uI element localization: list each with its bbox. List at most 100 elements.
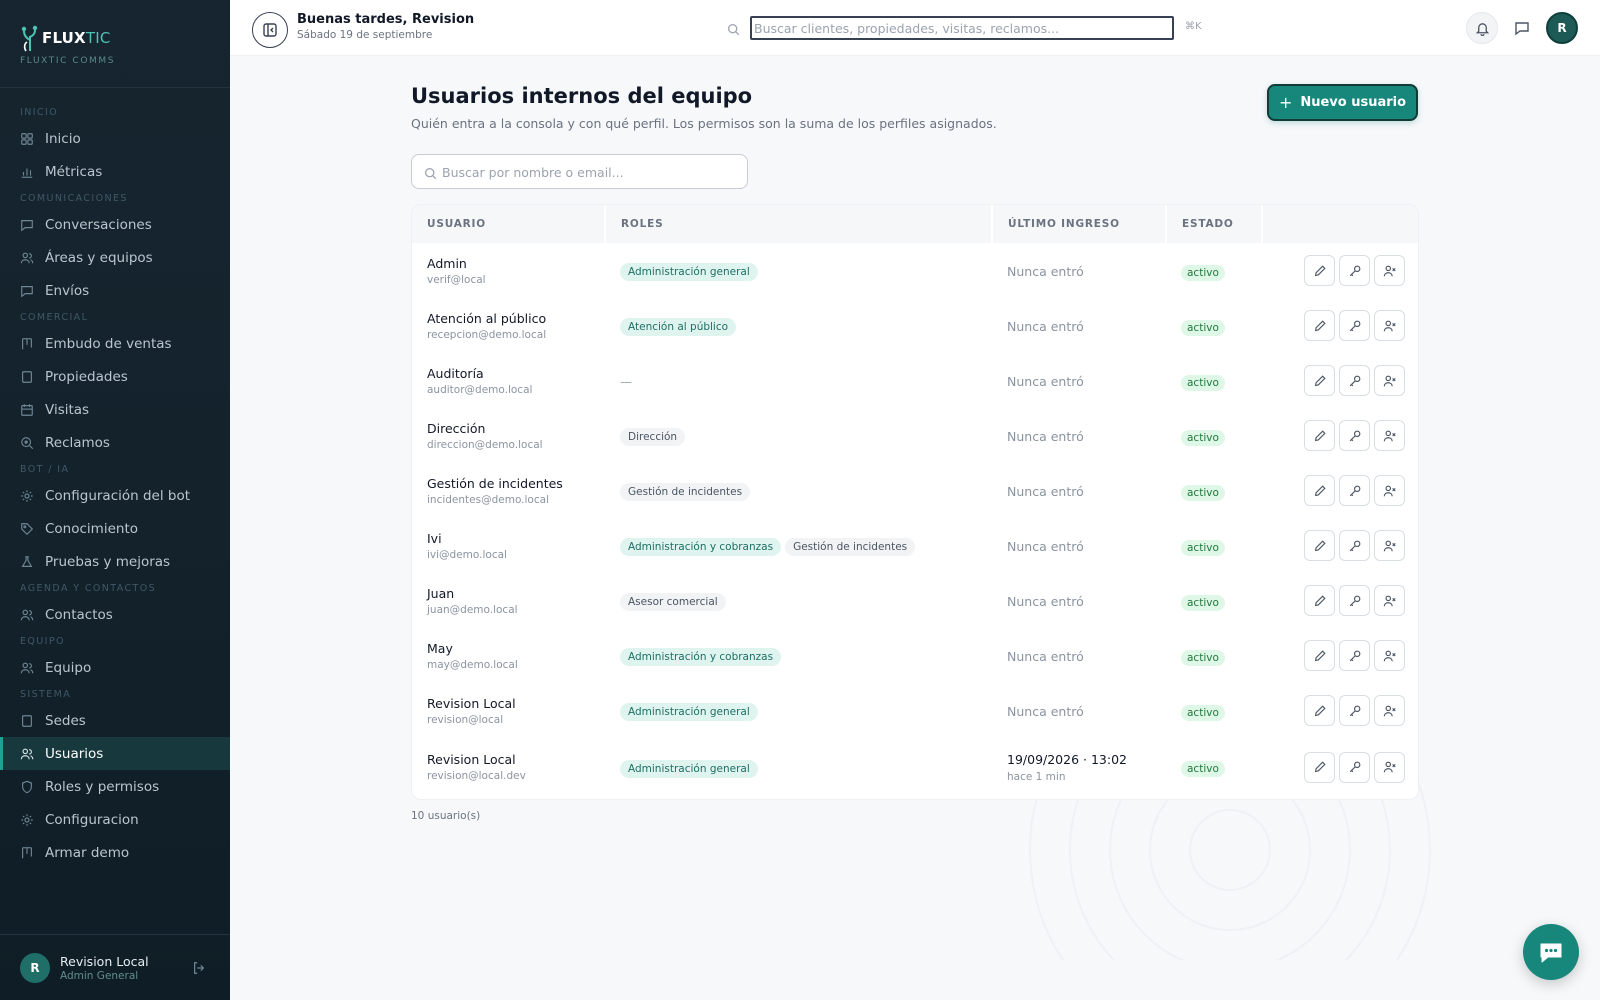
reset-password-button[interactable]: [1339, 365, 1370, 396]
chat-fab-button[interactable]: [1523, 924, 1579, 980]
empty-roles: —: [620, 375, 632, 389]
edit-user-button[interactable]: [1304, 585, 1335, 616]
global-search-input[interactable]: [750, 16, 1174, 40]
role-chip: Administración y cobranzas: [620, 648, 782, 666]
deactivate-user-button[interactable]: [1374, 751, 1405, 783]
reset-password-button[interactable]: [1339, 310, 1370, 341]
reset-password-button[interactable]: [1339, 695, 1370, 726]
status-badge: activo: [1181, 539, 1225, 556]
table-row[interactable]: Gestión de incidentes incidentes@demo.lo…: [412, 463, 1418, 518]
table-row[interactable]: May may@demo.local Administración y cobra…: [412, 628, 1418, 683]
edit-user-button[interactable]: [1304, 530, 1335, 561]
sidebar-item-inicio[interactable]: Inicio: [0, 122, 230, 155]
edit-user-button[interactable]: [1304, 640, 1335, 671]
sidebar-item-metricas[interactable]: Métricas: [0, 155, 230, 188]
edit-user-button[interactable]: [1304, 365, 1335, 396]
sidebar-item-envios[interactable]: Envíos: [0, 274, 230, 307]
table-row[interactable]: Dirección direccion@demo.local Dirección N…: [412, 408, 1418, 463]
deactivate-user-button[interactable]: [1374, 310, 1405, 341]
status-badge: activo: [1181, 649, 1225, 666]
reset-password-button[interactable]: [1339, 530, 1370, 561]
key-icon: [1348, 594, 1362, 608]
sidebar-item-roles-y-permisos[interactable]: Roles y permisos: [0, 770, 230, 803]
sidebar-item-label: Roles y permisos: [45, 778, 160, 795]
reset-password-button[interactable]: [1339, 751, 1370, 783]
sidebar-item-usuarios[interactable]: Usuarios: [0, 737, 230, 770]
table-row[interactable]: Atención al público recepcion@demo.local…: [412, 298, 1418, 353]
deactivate-user-button[interactable]: [1374, 475, 1405, 506]
edit-user-button[interactable]: [1304, 255, 1335, 286]
column-header-status[interactable]: ESTADO: [1166, 205, 1263, 243]
sidebar-item-conversaciones[interactable]: Conversaciones: [0, 208, 230, 241]
edit-user-button[interactable]: [1304, 695, 1335, 726]
reset-password-button[interactable]: [1339, 420, 1370, 451]
deactivate-user-button[interactable]: [1374, 530, 1405, 561]
sidebar-item-reclamos[interactable]: Reclamos: [0, 426, 230, 459]
deactivate-user-button[interactable]: [1374, 585, 1405, 616]
table-row[interactable]: Revision Local revision@local Administrac…: [412, 683, 1418, 738]
new-user-button[interactable]: + Nuevo usuario: [1267, 84, 1418, 121]
user-name: Dirección: [427, 420, 486, 436]
key-icon: [1348, 264, 1362, 278]
brand[interactable]: FLUXTIC FLUXTIC COMMS: [0, 0, 230, 88]
column-header-roles[interactable]: ROLES: [605, 205, 993, 243]
table-row[interactable]: Juan juan@demo.local Asesor comercial Nunc…: [412, 573, 1418, 628]
sidebar-item-conocimiento[interactable]: Conocimiento: [0, 512, 230, 545]
sidebar-item-embudo-de-ventas[interactable]: Embudo de ventas: [0, 327, 230, 360]
avatar[interactable]: R: [1546, 12, 1578, 44]
column-header-last-login[interactable]: ÚLTIMO INGRESO: [992, 205, 1167, 243]
edit-user-button[interactable]: [1304, 475, 1335, 506]
sidebar-item-label: Sedes: [45, 712, 86, 729]
sidebar-item-propiedades[interactable]: Propiedades: [0, 360, 230, 393]
sidebar-item-sedes[interactable]: Sedes: [0, 704, 230, 737]
user-x-icon: [1383, 594, 1397, 608]
user-x-icon: [1383, 264, 1397, 278]
key-icon: [1348, 760, 1362, 774]
sidebar-item-label: Pruebas y mejoras: [45, 553, 171, 570]
reset-password-button[interactable]: [1339, 640, 1370, 671]
deactivate-user-button[interactable]: [1374, 420, 1405, 451]
column-header-user[interactable]: USUARIO: [412, 205, 606, 243]
user-email: revision@local: [427, 713, 504, 726]
user-email: incidentes@demo.local: [427, 493, 549, 506]
table-row[interactable]: Revision Local revision@local.dev Adminis…: [412, 738, 1418, 796]
table-row[interactable]: Ivi ivi@demo.local Administración y cobra…: [412, 518, 1418, 573]
sidebar-item-configuracion-del-bot[interactable]: Configuración del bot: [0, 479, 230, 512]
brand-subtitle: FLUXTIC COMMS: [20, 56, 116, 66]
collapse-sidebar-button[interactable]: [252, 12, 288, 48]
edit-user-button[interactable]: [1304, 310, 1335, 341]
logout-icon[interactable]: [192, 960, 206, 979]
user-name: Gestión de incidentes: [427, 475, 563, 491]
sidebar-item-armar-demo[interactable]: Armar demo: [0, 836, 230, 869]
user-search-input[interactable]: [442, 161, 732, 183]
sidebar-item-label: Conocimiento: [45, 520, 138, 537]
nav-section-label: COMUNICACIONES: [20, 193, 128, 204]
reset-password-button[interactable]: [1339, 255, 1370, 286]
edit-user-button[interactable]: [1304, 420, 1335, 451]
sidebar-item-visitas[interactable]: Visitas: [0, 393, 230, 426]
edit-user-button[interactable]: [1304, 751, 1335, 783]
table-row[interactable]: Auditoría auditor@demo.local — Nunca entró…: [412, 353, 1418, 408]
users-icon: [20, 747, 34, 761]
deactivate-user-button[interactable]: [1374, 640, 1405, 671]
deactivate-user-button[interactable]: [1374, 695, 1405, 726]
sidebar-item-configuracion[interactable]: Configuracion: [0, 803, 230, 836]
sidebar-item-pruebas-y-mejoras[interactable]: Pruebas y mejoras: [0, 545, 230, 578]
messages-button[interactable]: [1506, 12, 1538, 44]
table-row[interactable]: Admin verif@local Administración general N…: [412, 243, 1418, 298]
shield-icon: [20, 780, 34, 794]
search-alert-icon: [20, 436, 34, 450]
sidebar-item-equipo[interactable]: Equipo: [0, 651, 230, 684]
deactivate-user-button[interactable]: [1374, 365, 1405, 396]
reset-password-button[interactable]: [1339, 475, 1370, 506]
sidebar-item-contactos[interactable]: Contactos: [0, 598, 230, 631]
deactivate-user-button[interactable]: [1374, 255, 1405, 286]
notifications-button[interactable]: [1466, 12, 1498, 44]
sidebar-user[interactable]: R Revision Local Admin General: [0, 934, 230, 1000]
reset-password-button[interactable]: [1339, 585, 1370, 616]
sidebar-item-areas-y-equipos[interactable]: Áreas y equipos: [0, 241, 230, 274]
new-user-label: Nuevo usuario: [1300, 95, 1407, 110]
message-icon: [1515, 22, 1529, 36]
sidebar-item-label: Inicio: [45, 130, 81, 147]
status-badge: activo: [1181, 429, 1225, 446]
